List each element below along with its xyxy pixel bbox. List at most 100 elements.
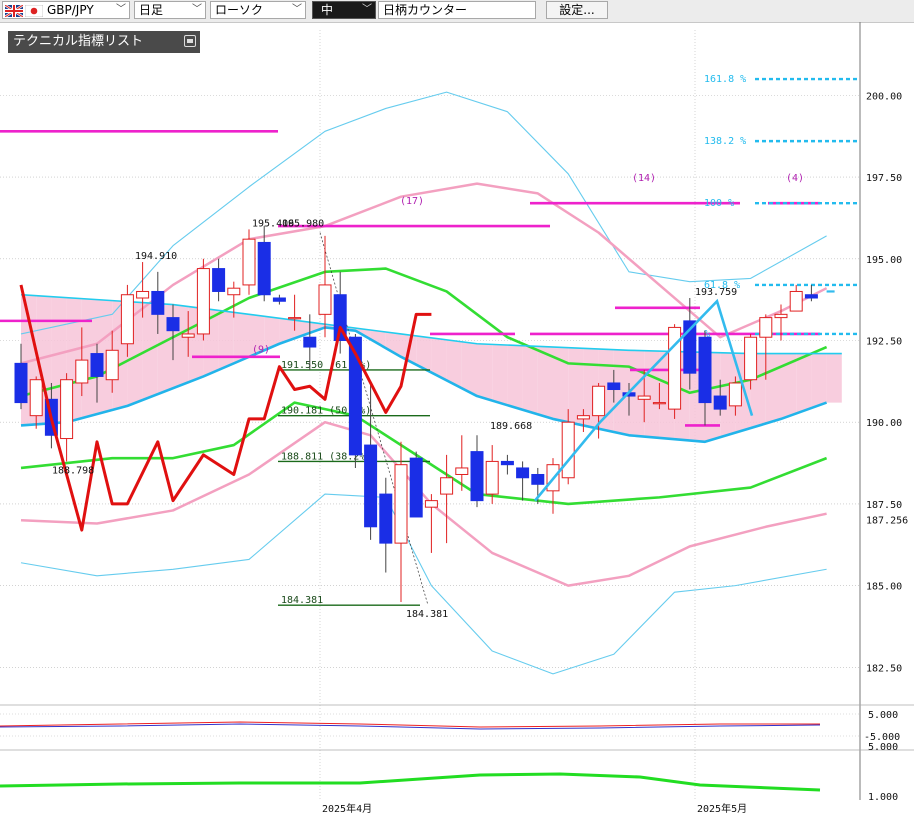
cloud-segment [765,353,781,424]
settings-button[interactable]: 設定... [546,1,608,19]
bull-candle [774,313,788,319]
chevron-down-icon: ﹀ [192,4,202,15]
timeframe-select[interactable]: 日足 ﹀ [134,1,206,19]
bull-candle [196,268,210,335]
bear-candle [364,444,378,528]
bull-candle [227,287,241,296]
bear-candle [212,268,226,292]
osc2-tick-label: 5.000 [868,742,898,753]
bull-candle [136,290,150,299]
price-tick-label: 185.00 [866,582,902,593]
currency-pair-label: GBP/JPY [47,3,94,17]
chart-size-label: 中 [321,3,334,17]
bear-candle [379,493,393,544]
price-tick-label: 195.00 [866,255,902,266]
bear-candle [151,290,165,315]
bull-candle [318,284,332,315]
price-tick-label: 197.50 [866,173,902,184]
toolbar: GBP/JPY ﹀ 日足 ﹀ ローソク ﹀ 中 ﹀ 日柄カウンター 設定... [0,0,914,23]
bull-candle [105,349,119,381]
bull-candle [455,467,469,475]
price-annotation: 193.759 [695,287,737,298]
bear-candle [303,336,317,348]
date-tick-label: 2025年5月 [697,802,747,815]
price-annotation: 184.381 [406,609,448,620]
chevron-down-icon: ﹀ [362,4,372,15]
cloud-segment [522,345,538,415]
fib-target-label: 138.2 % [704,136,746,147]
price-annotation: 194.910 [135,251,177,262]
price-annotation: (14) [632,173,656,184]
cloud-segment [461,341,477,397]
cloud-segment [796,353,812,414]
japan-flag-icon [25,5,43,17]
chevron-down-icon: ﹀ [116,4,126,15]
fib-level-label: 184.381 [281,595,323,606]
bear-candle [14,362,28,404]
bull-candle [561,421,575,479]
bull-candle [75,359,89,384]
fib-trend-line [319,232,429,606]
price-tick-label: 192.50 [866,336,902,347]
bull-candle [29,379,43,417]
ichimoku-cloud [21,294,842,442]
bull-candle [440,477,454,495]
bull-candle [242,238,256,286]
osc2-line [0,772,821,792]
date-tick-label: 2025年4月 [322,802,372,815]
lb_low-line [20,493,827,675]
bull-candle [424,500,438,508]
bear-candle [698,336,712,404]
uk-flag-icon [5,5,23,17]
price-annotation: 189.668 [490,421,532,432]
currency-pair-select[interactable]: GBP/JPY ﹀ [2,1,130,19]
bull-candle [637,395,651,400]
price-tick-label: 182.50 [866,663,902,674]
bull-candle [652,402,666,405]
bull-candle [485,460,499,495]
price-chart[interactable]: 161.8 %138.2 %100 %61.8 %% 191.550 (61.8… [0,22,914,819]
price-tick-label: 190.00 [866,418,902,429]
cloud-segment [218,310,234,370]
bear-candle [531,473,545,485]
bull-candle [592,385,606,417]
osc1-tick-label: 5.000 [868,710,898,721]
bear-candle [257,241,271,296]
bear-candle [470,451,484,502]
price-annotation: (9) [252,344,270,355]
chart-style-label: ローソク [215,3,264,17]
bull-candle [728,382,742,407]
timeframe-label: 日足 [139,3,164,17]
price-annotation: (4) [786,173,804,184]
bull-candle [744,336,758,381]
osc2-tick-label: 1.000 [868,792,898,803]
cloud-segment [568,347,584,426]
current-price-label: 187.256 [866,515,908,526]
bull-candle [576,415,590,420]
bear-candle [90,353,104,377]
cloud-segment [173,304,189,389]
chevron-down-icon: ﹀ [292,4,302,15]
chart-size-select[interactable]: 中 ﹀ [312,1,376,19]
bear-candle [804,294,818,299]
cloud-segment [826,353,842,403]
fib-target-label: 100 % [704,198,734,209]
bull-candle [288,317,302,320]
bull-candle [120,294,134,345]
cloud-segment [477,343,493,401]
price-annotation: 195.980 [282,218,324,229]
bear-candle [409,457,423,518]
bear-candle [713,395,727,410]
bear-candle [272,297,286,302]
chart-style-select[interactable]: ローソク ﹀ [210,1,306,19]
oscillator-panels: 5.000-5.0005.0001.000 [0,710,900,803]
price-tick-label: 200.00 [866,91,902,102]
bull-candle [789,290,803,312]
day-counter-field[interactable]: 日柄カウンター [378,1,536,19]
bear-candle [516,467,530,479]
price-annotation: (17) [400,196,424,207]
bull-candle [759,317,773,338]
cloud-segment [811,353,827,409]
bear-candle [166,317,180,332]
bull-candle [60,379,74,440]
